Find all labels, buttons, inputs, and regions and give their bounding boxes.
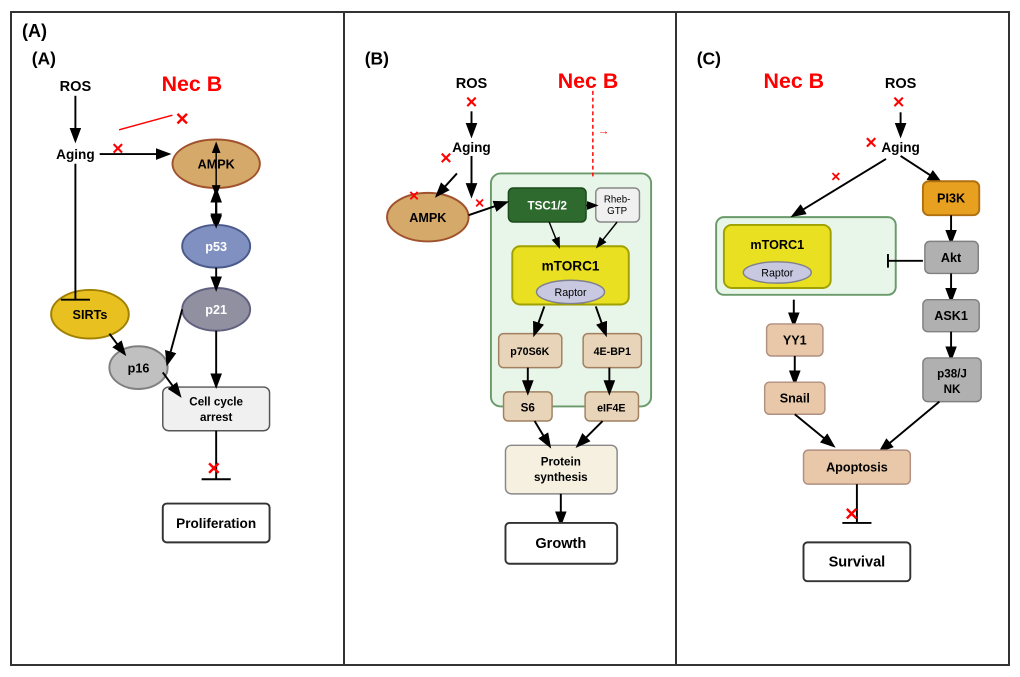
svg-text:AMPK: AMPK bbox=[198, 158, 235, 172]
svg-text:mTORC1: mTORC1 bbox=[751, 238, 805, 252]
svg-text:Rheb-: Rheb- bbox=[604, 195, 630, 206]
svg-text:SIRTs: SIRTs bbox=[73, 308, 108, 322]
svg-text:Growth: Growth bbox=[535, 536, 586, 552]
svg-text:✕: ✕ bbox=[845, 504, 860, 524]
svg-text:PI3K: PI3K bbox=[937, 192, 965, 206]
svg-text:✕: ✕ bbox=[175, 109, 190, 129]
svg-text:synthesis: synthesis bbox=[534, 471, 588, 484]
svg-text:→: → bbox=[597, 125, 609, 138]
svg-text:p53: p53 bbox=[205, 240, 227, 254]
main-container: (A) (A) ROS Nec B ✕ Aging bbox=[10, 11, 1010, 666]
svg-text:Aging: Aging bbox=[452, 140, 490, 155]
svg-text:✕: ✕ bbox=[892, 94, 905, 111]
svg-text:Raptor: Raptor bbox=[762, 267, 794, 279]
svg-text:Akt: Akt bbox=[941, 251, 962, 265]
panel-a: (A) (A) ROS Nec B ✕ Aging bbox=[12, 13, 345, 664]
svg-text:p16: p16 bbox=[128, 361, 150, 375]
svg-text:YY1: YY1 bbox=[783, 333, 807, 347]
svg-text:Apoptosis: Apoptosis bbox=[826, 461, 888, 475]
svg-text:arrest: arrest bbox=[200, 411, 232, 424]
svg-text:(C): (C) bbox=[697, 49, 721, 69]
svg-text:S6: S6 bbox=[520, 401, 535, 414]
svg-text:ROS: ROS bbox=[885, 76, 917, 92]
svg-text:TSC1/2: TSC1/2 bbox=[527, 199, 567, 212]
panel-b: (B) ROS Nec B ✕ Aging ✕ bbox=[345, 13, 678, 664]
svg-text:GTP: GTP bbox=[607, 206, 627, 217]
svg-text:Survival: Survival bbox=[829, 555, 886, 571]
svg-text:✕: ✕ bbox=[111, 141, 124, 158]
svg-text:(B): (B) bbox=[364, 49, 388, 69]
svg-text:ASK1: ASK1 bbox=[935, 309, 969, 323]
svg-text:✕: ✕ bbox=[831, 170, 842, 184]
svg-text:✕: ✕ bbox=[465, 94, 478, 111]
svg-text:4E-BP1: 4E-BP1 bbox=[593, 346, 630, 358]
svg-text:Nec B: Nec B bbox=[764, 69, 825, 93]
svg-text:Nec B: Nec B bbox=[557, 69, 618, 93]
svg-text:✕: ✕ bbox=[474, 196, 485, 210]
svg-text:Snail: Snail bbox=[780, 392, 810, 406]
svg-text:Cell cycle: Cell cycle bbox=[189, 395, 243, 408]
svg-text:✕: ✕ bbox=[408, 189, 419, 204]
svg-text:p21: p21 bbox=[205, 303, 227, 317]
svg-text:AMPK: AMPK bbox=[409, 211, 446, 225]
svg-text:ROS: ROS bbox=[60, 79, 92, 95]
svg-text:(A): (A) bbox=[32, 49, 56, 69]
svg-text:ROS: ROS bbox=[455, 76, 487, 92]
svg-text:mTORC1: mTORC1 bbox=[541, 259, 599, 274]
svg-text:Nec B: Nec B bbox=[162, 72, 222, 96]
svg-text:p38/J: p38/J bbox=[937, 367, 967, 380]
svg-text:✕: ✕ bbox=[865, 135, 878, 152]
svg-text:Protein: Protein bbox=[540, 456, 580, 469]
svg-text:Aging: Aging bbox=[882, 140, 920, 155]
svg-text:Proliferation: Proliferation bbox=[176, 516, 256, 531]
svg-text:eIF4E: eIF4E bbox=[597, 402, 625, 414]
svg-text:✕: ✕ bbox=[206, 458, 221, 478]
svg-text:Aging: Aging bbox=[56, 147, 94, 162]
svg-text:p70S6K: p70S6K bbox=[510, 346, 549, 358]
svg-text:Raptor: Raptor bbox=[554, 287, 586, 299]
svg-text:NK: NK bbox=[944, 383, 961, 396]
svg-text:✕: ✕ bbox=[439, 151, 452, 168]
panel-c: (C) ROS Nec B ✕ Aging ✕ bbox=[677, 13, 1008, 664]
